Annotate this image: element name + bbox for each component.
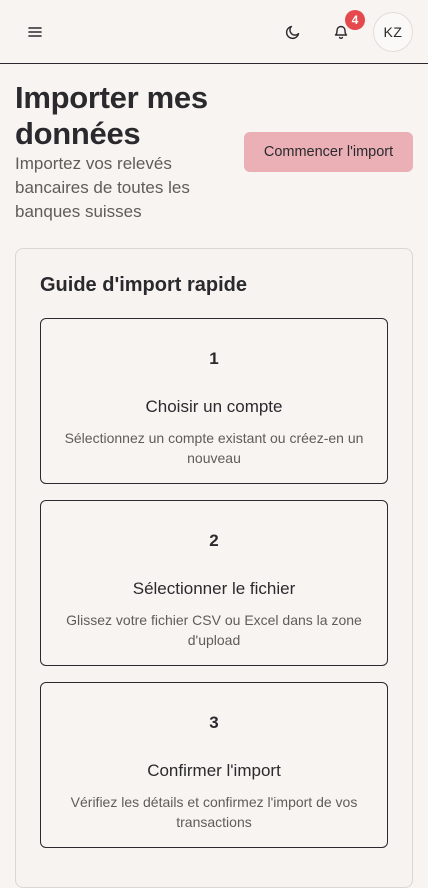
quick-import-guide-card: Guide d'import rapide 1 Choisir un compt… [15, 248, 413, 888]
step-description: Sélectionnez un compte existant ou créez… [64, 430, 364, 466]
step-description: Vérifiez les détails et confirmez l'impo… [70, 794, 358, 830]
start-import-button[interactable]: Commencer l'import [244, 132, 413, 172]
notification-count-badge: 4 [345, 10, 365, 30]
step-title: Sélectionner le fichier [132, 579, 296, 598]
guide-step-2: 2 Sélectionner le fichier Glissez votre … [40, 500, 388, 666]
step-description: Glissez votre fichier CSV ou Excel dans … [66, 612, 362, 648]
page-subtitle: Importez vos relevés bancaires de toutes… [15, 154, 190, 221]
guide-title: Guide d'import rapide [40, 274, 247, 296]
theme-toggle-button[interactable] [275, 14, 311, 50]
step-title: Choisir un compte [145, 397, 283, 416]
step-title: Confirmer l'import [147, 761, 281, 780]
menu-button[interactable] [17, 14, 53, 50]
guide-step-3: 3 Confirmer l'import Vérifiez les détail… [40, 682, 388, 848]
top-bar: 4 KZ [0, 0, 428, 64]
page-title: Importer mes données [15, 80, 208, 151]
step-number: 1 [209, 349, 219, 368]
guide-step-1: 1 Choisir un compte Sélectionnez un comp… [40, 318, 388, 484]
user-avatar[interactable]: KZ [373, 12, 413, 52]
moon-icon [285, 25, 300, 40]
hamburger-menu-icon [28, 27, 42, 37]
step-number: 3 [209, 713, 219, 732]
step-number: 2 [209, 531, 219, 550]
